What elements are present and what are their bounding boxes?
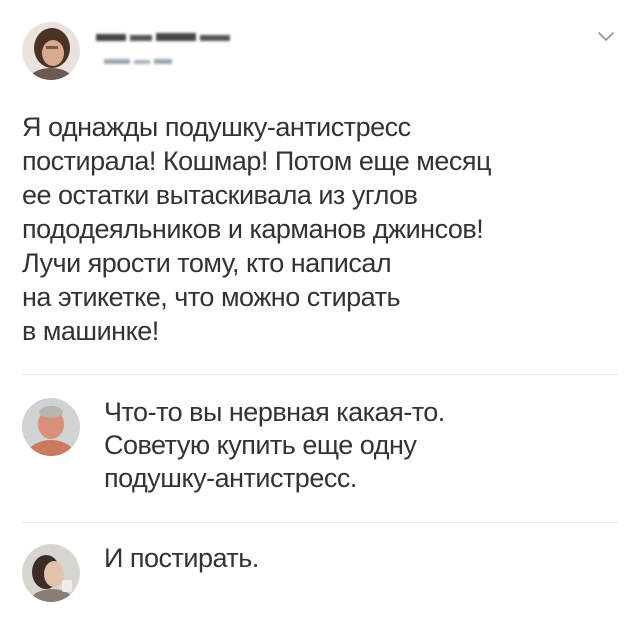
reply-avatar[interactable] xyxy=(22,544,80,602)
divider xyxy=(22,522,618,523)
tweet-text: Я однажды подушку-антистресс постирала! … xyxy=(22,110,622,348)
tweet-text-line: Я однажды подушку-антистресс xyxy=(22,112,411,142)
tweet-text-line: пододеяльников и карманов джинсов! xyxy=(22,214,484,244)
reply-avatar-image xyxy=(22,398,80,456)
author-handle-redacted[interactable] xyxy=(104,58,174,66)
reply-text-line: подушку-антистресс. xyxy=(104,463,357,493)
divider xyxy=(22,374,618,375)
reply-avatar-image xyxy=(22,544,80,602)
tweet-text-line: на этикетке, что можно стирать xyxy=(22,282,401,312)
reply-text-line: Что-то вы нервная какая-то. xyxy=(104,397,445,427)
reply-text-line: И постирать. xyxy=(104,543,259,573)
author-avatar-image xyxy=(22,22,80,80)
tweet-text-line: ее остатки вытаскивала из углов xyxy=(22,180,418,210)
tweet-text-line: в машинке! xyxy=(22,316,159,346)
reply-text: И постирать. xyxy=(104,542,624,575)
chevron-down-icon[interactable] xyxy=(597,31,615,43)
tweet-text-line: постирала! Кошмар! Потом еще месяц xyxy=(22,146,491,176)
tweet-text-line: Лучи ярости тому, кто написал xyxy=(22,248,392,278)
author-avatar[interactable] xyxy=(22,22,80,80)
reply-text-line: Советую купить еще одну xyxy=(104,430,417,460)
reply-text: Что-то вы нервная какая-то. Советую купи… xyxy=(104,396,624,495)
tweet-card: Я однажды подушку-антистресс постирала! … xyxy=(0,0,640,622)
author-name-redacted[interactable] xyxy=(96,32,232,44)
reply-avatar[interactable] xyxy=(22,398,80,456)
